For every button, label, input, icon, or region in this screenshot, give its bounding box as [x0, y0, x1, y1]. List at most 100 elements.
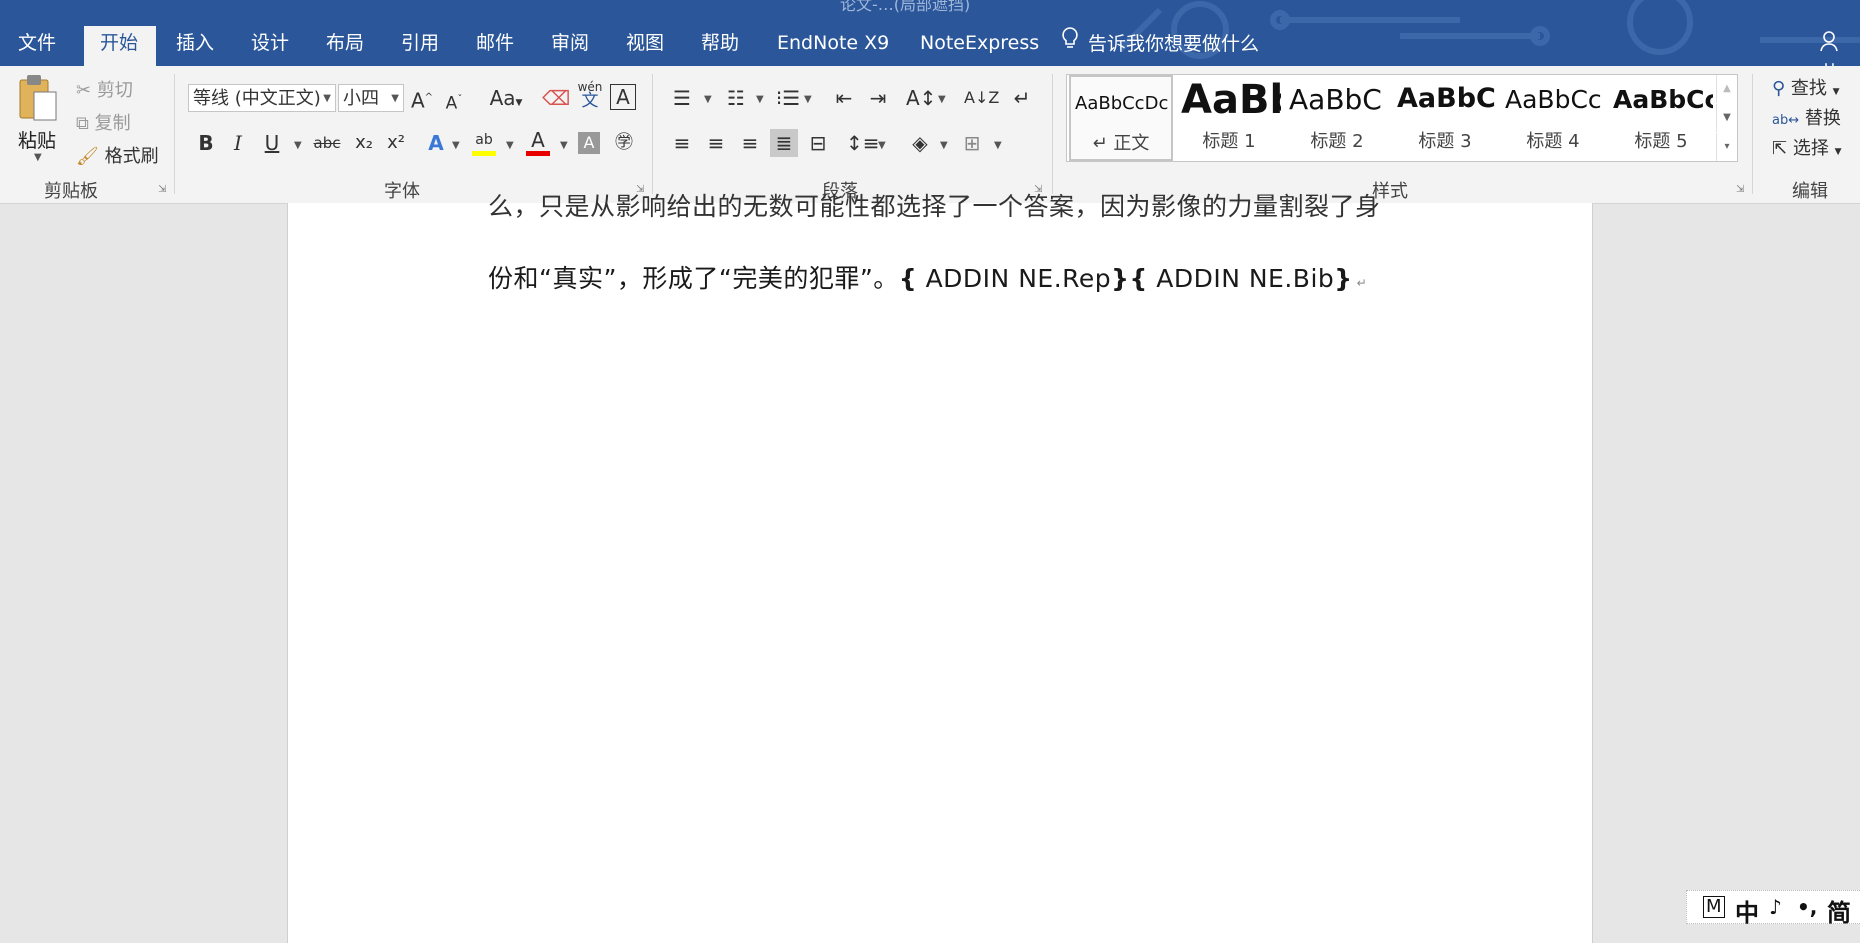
text-direction-button[interactable]: A↕	[906, 84, 937, 112]
eraser-icon: ⌫	[542, 86, 571, 110]
font-name-combo[interactable]: 等线 (中文正文) ▼	[188, 84, 336, 112]
style-normal[interactable]: AaBbCcDc ↵ 正文	[1069, 75, 1173, 161]
char-shading-button[interactable]: A	[578, 132, 600, 154]
tab-layout[interactable]: 布局	[316, 26, 374, 66]
ime-mode-icon[interactable]: M	[1703, 896, 1725, 918]
ime-toolbar[interactable]: M 中 ♪ •, 简	[1686, 890, 1860, 927]
ime-simplified-toggle[interactable]: 简	[1827, 893, 1851, 928]
show-marks-button[interactable]: ↵	[1008, 84, 1036, 112]
text-direction-dropdown-icon[interactable]: ▼	[938, 94, 946, 105]
phonetic-guide-button[interactable]: wén 文	[576, 80, 604, 110]
multilevel-list-button[interactable]: ⁝☰	[774, 84, 802, 112]
gallery-more-icon[interactable]: ▾	[1716, 133, 1737, 161]
char-border-button[interactable]: A	[610, 84, 636, 110]
replace-label: 替换	[1804, 108, 1841, 129]
align-right-button[interactable]: ≡	[736, 129, 764, 157]
font-color-button[interactable]: A	[524, 126, 552, 156]
text-effects-button[interactable]: A	[422, 129, 450, 157]
numbering-button[interactable]: ☷	[722, 84, 750, 112]
change-case-button[interactable]: Aa▼	[486, 84, 526, 112]
shading-dropdown-icon[interactable]: ▼	[940, 140, 948, 151]
align-center-button[interactable]: ≡	[702, 129, 730, 157]
format-painter-button[interactable]: 🖌 格式刷	[76, 142, 159, 168]
borders-button[interactable]: ⊞	[958, 129, 986, 157]
gallery-scroll-down-icon[interactable]: ▼	[1716, 104, 1737, 132]
align-left-button[interactable]: ≡	[668, 129, 696, 157]
italic-button[interactable]: I	[224, 129, 252, 157]
clipboard-icon	[19, 75, 57, 121]
field-brace-close: }	[1334, 264, 1353, 293]
select-button[interactable]: ⇱ 选择 ▼	[1772, 134, 1841, 160]
distributed-button[interactable]: ⊟	[804, 129, 832, 157]
underline-dropdown-icon[interactable]: ▼	[294, 140, 302, 151]
bullets-dropdown-icon[interactable]: ▼	[704, 94, 712, 105]
replace-button[interactable]: ab↔ 替换	[1772, 104, 1841, 130]
font-color-dropdown-icon[interactable]: ▼	[560, 140, 568, 151]
styles-launcher-icon[interactable]: ⇲	[1736, 184, 1744, 195]
tab-file[interactable]: 文件	[8, 26, 66, 66]
increase-indent-button[interactable]: ⇥	[864, 84, 892, 112]
tab-review[interactable]: 审阅	[541, 26, 599, 66]
tab-mailings[interactable]: 邮件	[466, 26, 524, 66]
document-page[interactable]: 么，只是从影响给出的无数可能性都选择了一个答案，因为影像的力量割裂了身 份和“真…	[287, 192, 1593, 943]
tab-help[interactable]: 帮助	[691, 26, 749, 66]
cut-button[interactable]: ✂ 剪切	[76, 76, 133, 102]
line-spacing-button[interactable]: ↕≡	[846, 129, 880, 157]
style-name: 标题 1	[1202, 131, 1256, 152]
document-line-main: 份和“真实”，形成了“完美的犯罪”。{ ADDIN NE.Rep}{ ADDIN…	[488, 259, 1367, 295]
tab-references[interactable]: 引用	[391, 26, 449, 66]
style-heading-3[interactable]: AaBbC 标题 3	[1393, 75, 1497, 161]
gallery-scroll-up-icon[interactable]: ▲	[1716, 75, 1737, 103]
multilevel-dropdown-icon[interactable]: ▼	[804, 94, 812, 105]
ime-width-toggle-icon[interactable]: ♪	[1769, 895, 1782, 919]
paint-bucket-icon: ◈	[912, 131, 928, 155]
divider	[174, 74, 175, 194]
style-heading-2[interactable]: AaBbC 标题 2	[1285, 75, 1389, 161]
clipboard-launcher-icon[interactable]: ⇲	[158, 184, 166, 195]
grow-font-button[interactable]: A^	[408, 84, 436, 113]
sort-button[interactable]: A↓Z	[964, 84, 999, 112]
text-direction-icon: A↕	[906, 86, 937, 110]
shading-button[interactable]: ◈	[906, 129, 934, 157]
text-effects-dropdown-icon[interactable]: ▼	[452, 140, 460, 151]
enclose-char-button[interactable]: ㊫	[610, 129, 638, 157]
bullets-button[interactable]: ☰	[668, 84, 696, 112]
tab-endnote[interactable]: EndNote X9	[767, 26, 899, 66]
divider	[652, 74, 653, 194]
find-button[interactable]: ⚲ 查找 ▼	[1772, 74, 1840, 100]
tab-insert[interactable]: 插入	[166, 26, 224, 66]
ime-punctuation-icon[interactable]: •,	[1797, 895, 1817, 919]
ime-language-toggle[interactable]: 中	[1735, 893, 1759, 928]
style-heading-4[interactable]: AaBbCc 标题 4	[1501, 75, 1605, 161]
style-heading-1[interactable]: AaBb 标题 1	[1177, 75, 1281, 161]
tab-design[interactable]: 设计	[241, 26, 299, 66]
strikethrough-button[interactable]: abc	[310, 129, 344, 157]
field-code-rep[interactable]: ADDIN NE.Rep	[926, 264, 1112, 293]
clear-formatting-button[interactable]: ⌫	[542, 84, 570, 112]
justify-button[interactable]: ≣	[770, 129, 798, 157]
decrease-indent-button[interactable]: ⇤	[830, 84, 858, 112]
field-code-bib[interactable]: ADDIN NE.Bib	[1156, 264, 1334, 293]
bold-button[interactable]: B	[192, 129, 220, 157]
highlight-button[interactable]: ab	[470, 126, 498, 156]
style-heading-5[interactable]: AaBbCc 标题 5	[1609, 75, 1713, 161]
borders-dropdown-icon[interactable]: ▼	[994, 140, 1002, 151]
style-sample: AaBbCc	[1505, 85, 1602, 114]
paste-button[interactable]: 粘贴 ▼	[14, 72, 64, 172]
numbering-dropdown-icon[interactable]: ▼	[756, 94, 764, 105]
font-size-combo[interactable]: 小四 ▼	[338, 84, 404, 112]
tell-me-search[interactable]: 告诉我你想要做什么	[1058, 26, 1259, 60]
bold-icon: B	[198, 131, 214, 155]
highlight-dropdown-icon[interactable]: ▼	[506, 140, 514, 151]
tab-noteexpress[interactable]: NoteExpress	[910, 26, 1049, 66]
paste-dropdown-icon[interactable]: ▼	[34, 152, 42, 163]
shrink-font-button[interactable]: Aˇ	[440, 86, 468, 114]
superscript-button[interactable]: x²	[382, 129, 410, 157]
line-spacing-dropdown-icon[interactable]: ▼	[878, 140, 886, 151]
copy-button[interactable]: ⧉ 复制	[76, 109, 131, 135]
subscript-button[interactable]: x₂	[350, 129, 378, 157]
share-button[interactable]: 共	[1820, 30, 1860, 66]
tab-view[interactable]: 视图	[616, 26, 674, 66]
tab-home[interactable]: 开始	[84, 26, 156, 66]
underline-button[interactable]: U	[258, 129, 286, 157]
